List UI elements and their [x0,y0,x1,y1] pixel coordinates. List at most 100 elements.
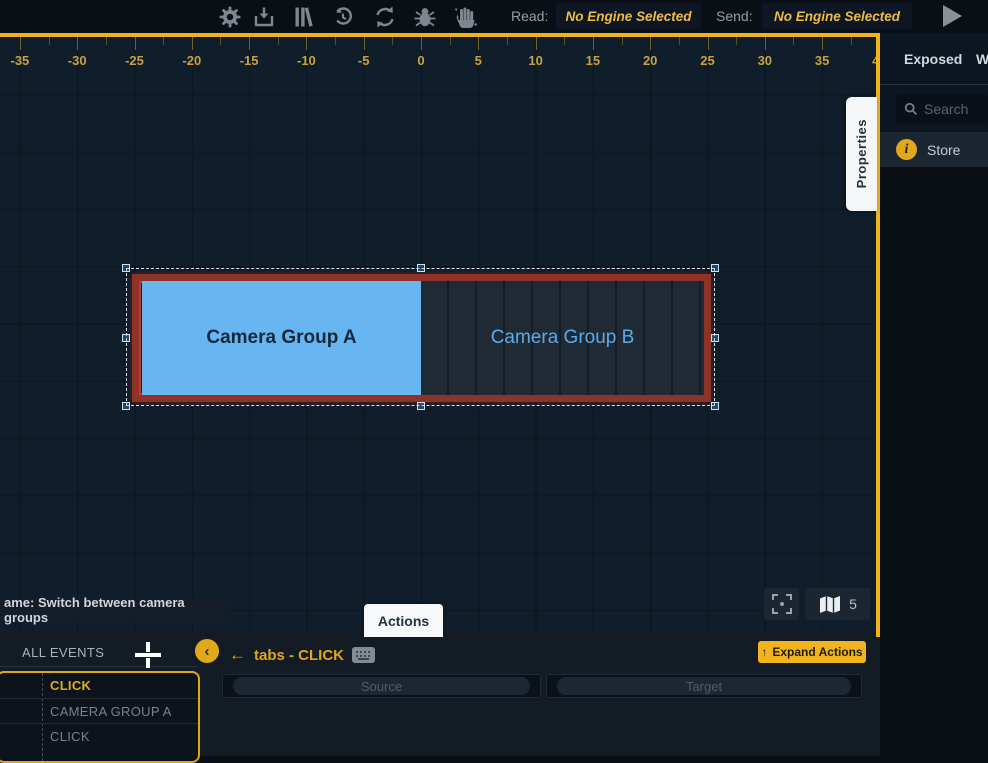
map-icon [818,594,842,615]
event-list-item[interactable]: CLICK [0,723,198,748]
ruler-number: 10 [514,53,558,68]
resize-handle-e[interactable] [711,334,719,342]
ruler-tick [135,37,136,50]
event-list-item[interactable]: CLICK [0,673,198,698]
play-icon[interactable] [943,5,969,29]
resize-handle-s[interactable] [417,402,425,410]
info-icon: i [896,139,917,160]
ruler-tick-minor [851,37,852,45]
ruler-tick [306,37,307,50]
send-label: Send: [716,8,753,24]
send-engine-select[interactable]: No Engine Selected [762,3,912,29]
debug-icon[interactable] [410,3,440,30]
ruler-tick-minor [220,37,221,45]
ruler-tick-minor [335,37,336,45]
ruler-tick-minor [278,37,279,45]
ruler-number: -10 [284,53,328,68]
back-arrow-icon[interactable]: ← [229,645,246,665]
ruler-number: 15 [571,53,615,68]
canvas-border-top [0,33,880,37]
sidebar-search-box[interactable] [896,94,988,124]
ruler-tick [192,37,193,50]
read-label: Read: [511,8,548,24]
expand-actions-label: Expand Actions [772,645,862,659]
focus-icon [771,593,793,615]
selection-marquee [126,268,715,406]
store-label: Store [927,142,960,158]
ruler-number: -35 [0,53,42,68]
ruler-tick [765,37,766,50]
ruler-tick-minor [736,37,737,45]
all-events-header: ALL EVENTS [22,645,104,660]
ruler-tick [593,37,594,50]
resize-handle-w[interactable] [122,334,130,342]
ruler-number: -15 [227,53,271,68]
ruler-number: -20 [170,53,214,68]
expand-actions-button[interactable]: ↑ Expand Actions [758,641,866,663]
ruler-tick-minor [622,37,623,45]
keyboard-icon[interactable] [352,647,375,663]
app-window: { "toolbar": { "icons": ["settings-icon"… [0,0,988,756]
fit-to-view-button[interactable] [764,588,799,620]
ruler-tick [822,37,823,50]
ruler-number: -25 [113,53,157,68]
sidebar-item-store[interactable]: i Store [880,132,988,167]
sidebar-tab-watch[interactable]: W [976,51,988,67]
ruler-number: -5 [342,53,386,68]
interactivity-icon[interactable] [450,3,480,30]
crosshair-cursor [134,641,162,669]
ruler-number: 35 [800,53,844,68]
target-field[interactable] [546,674,862,698]
ruler-tick-minor [450,37,451,45]
read-engine-select[interactable]: No Engine Selected [556,3,701,29]
ruler-tick [536,37,537,50]
up-arrow-icon: ↑ [761,645,767,659]
tab-actions[interactable]: Actions [364,604,443,637]
bottom-panel: ALL EVENTS ‹ CLICKCAMERA GROUP ACLICK ← … [0,637,880,756]
source-input[interactable] [233,677,530,695]
all-events-divider [0,666,198,667]
top-toolbar: Read: No Engine Selected Send: No Engine… [0,0,988,33]
library-icon[interactable] [290,3,320,30]
ruler-tick [650,37,651,50]
design-canvas[interactable]: -35-30-25-20-15-10-50510152025303540 Cam… [0,33,880,637]
ruler-tick [364,37,365,50]
search-icon [904,102,918,116]
ruler-number: 20 [628,53,672,68]
event-list: CLICKCAMERA GROUP ACLICK [0,673,198,748]
source-field[interactable] [222,674,541,698]
resize-handle-n[interactable] [417,264,425,272]
breadcrumb: ← tabs - CLICK [229,645,375,665]
ruler-tick-minor [564,37,565,45]
ruler-number: 30 [743,53,787,68]
resize-handle-nw[interactable] [122,264,130,272]
history-icon[interactable] [328,3,358,30]
target-input[interactable] [557,677,851,695]
settings-icon[interactable] [215,3,245,30]
scene-count-badge: 5 [849,596,857,612]
import-icon[interactable] [249,3,279,30]
ruler-tick [421,37,422,50]
resize-handle-ne[interactable] [711,264,719,272]
ruler-tick-minor [49,37,50,45]
resize-handle-sw[interactable] [122,402,130,410]
tab-properties-label: Properties [854,119,869,188]
ruler-tick [20,37,21,50]
ruler-tick [478,37,479,50]
ruler-number: 5 [456,53,500,68]
ruler-number: 25 [686,53,730,68]
resize-handle-se[interactable] [711,402,719,410]
sync-icon[interactable] [370,3,400,30]
ruler-tick [77,37,78,50]
tab-properties[interactable]: Properties [846,97,877,211]
ruler-number: -30 [55,53,99,68]
sidebar-tabs-divider [880,84,988,85]
ruler-tick-minor [507,37,508,45]
collapse-panel-button[interactable]: ‹ [195,639,219,663]
scene-map-button[interactable]: 5 [805,588,870,620]
event-list-item[interactable]: CAMERA GROUP A [0,698,198,723]
search-input[interactable] [924,101,982,117]
sidebar-tab-exposed[interactable]: Exposed [904,51,962,67]
ruler-tick-minor [679,37,680,45]
event-list-box: CLICKCAMERA GROUP ACLICK [0,671,200,763]
